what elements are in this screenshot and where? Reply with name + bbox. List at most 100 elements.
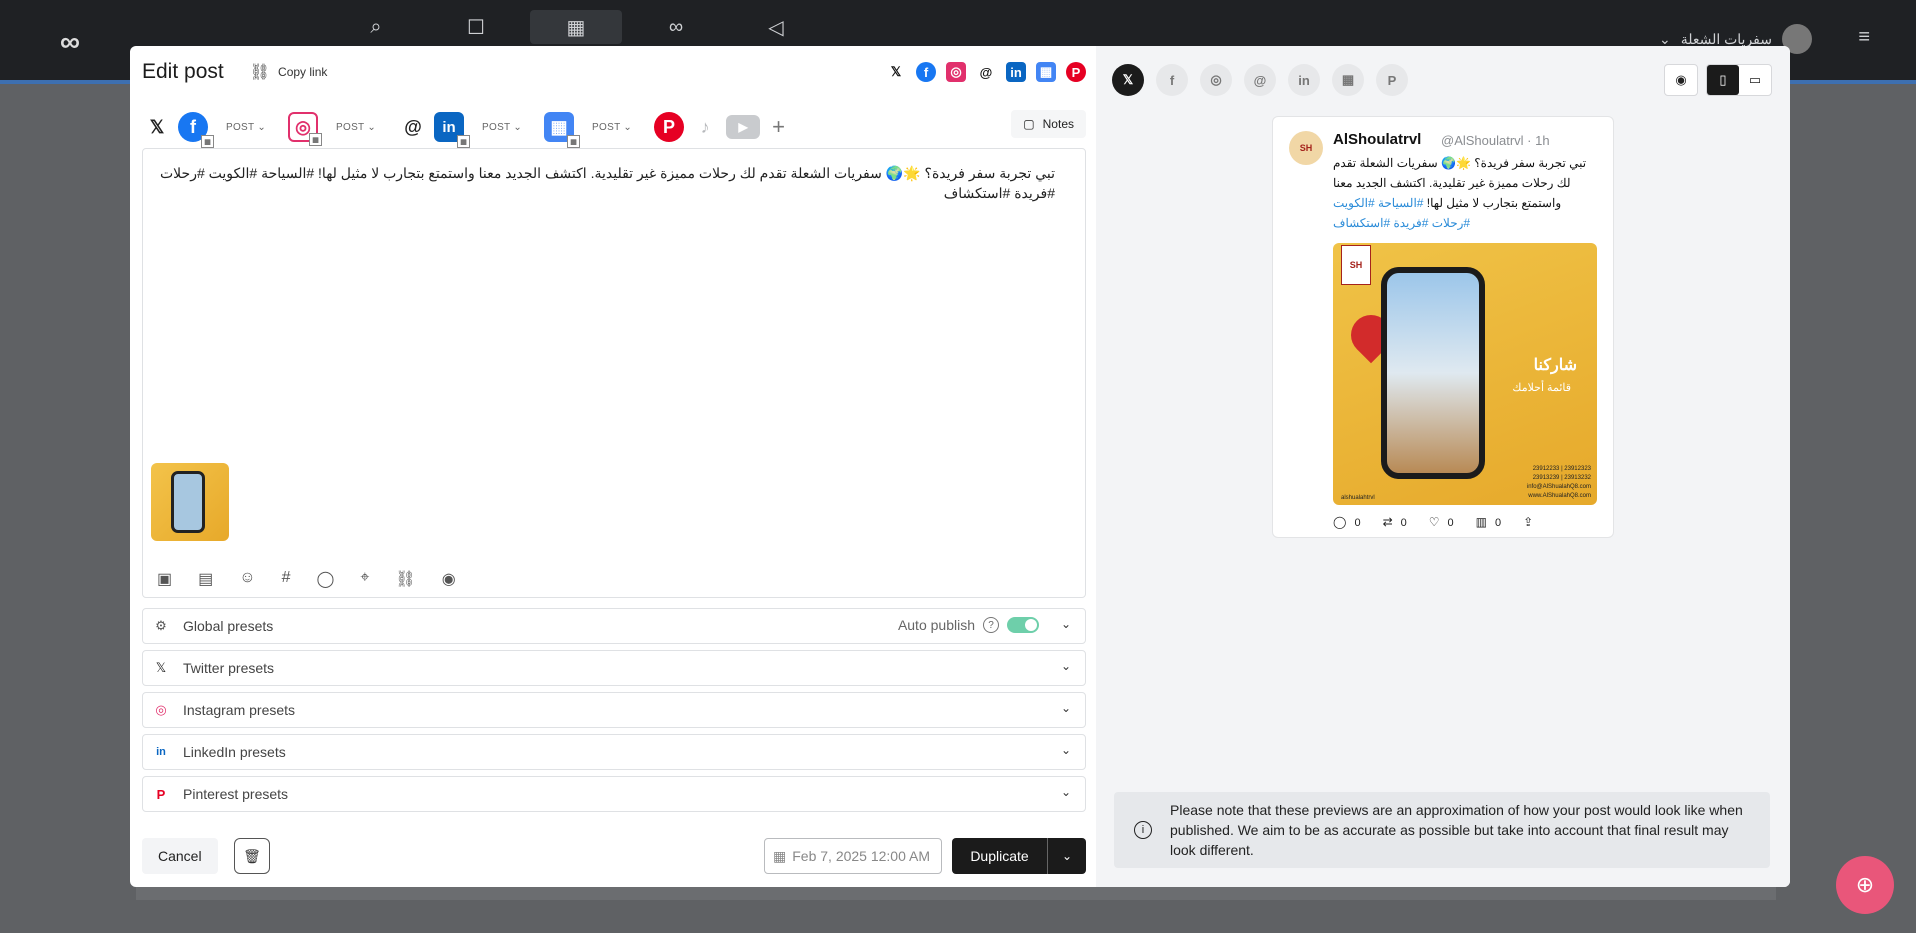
account-pinterest[interactable]: P [654, 112, 685, 142]
schedule-date-picker[interactable]: ▦ Feb 7, 2025 12:00 AM [764, 838, 942, 874]
preset-label: Instagram presets [183, 702, 296, 718]
account-selector: 𝕏 f ▦ POST ⌄ ◎ ▦ POST ⌄ @ in ▦ POST ⌄ ▦ ▦ PO… [142, 106, 1086, 148]
chat-icon[interactable]: ☐ [430, 10, 522, 44]
image-contact: 23912233 | 23912323 23913239 | 23913232 … [1526, 466, 1591, 499]
like-icon: ♡ 0 [1428, 515, 1454, 529]
preview-panel: 𝕏 f ◎ @ in ▦ P ◉ ▯ ▭ SH AlShoulatrvl @Al… [1096, 46, 1790, 887]
media-thumbnail[interactable] [151, 463, 229, 541]
preview-tab-x[interactable]: 𝕏 [1112, 64, 1144, 96]
preview-tab-linkedin[interactable]: in [1288, 64, 1320, 96]
share-icon: ⇪ [1523, 515, 1534, 529]
preview-tab-threads[interactable]: @ [1244, 64, 1276, 96]
chevron-down-icon[interactable]: ⌄ [1048, 849, 1086, 863]
chevron-down-icon[interactable]: ⌄ [1061, 659, 1071, 673]
account-tiktok[interactable]: ♪ [690, 112, 720, 142]
eye-icon: ◉ [1675, 72, 1687, 87]
link-icon[interactable]: ⛓ [395, 569, 415, 589]
notes-button[interactable]: ▢ Notes [1011, 110, 1086, 138]
copy-link-button[interactable]: ⛓ Copy link [250, 62, 328, 82]
calendar-icon[interactable]: ▦ [530, 10, 622, 44]
post-type-dropdown[interactable]: POST ⌄ [592, 122, 632, 133]
document-icon[interactable]: ▤ [198, 569, 213, 589]
megaphone-icon[interactable]: ◁ [730, 10, 822, 44]
linkedin-icon: in ▦ [434, 112, 471, 148]
chevron-down-icon[interactable]: ⌄ [1061, 743, 1071, 757]
tweet-preview-card: SH AlShoulatrvl @AlShoulatrvl · 1h تبي ت… [1272, 116, 1614, 538]
analytics-icon[interactable]: ⌕ [330, 10, 422, 44]
pinterest-presets[interactable]: P Pinterest presets ⌄ [142, 776, 1086, 812]
threads-icon[interactable]: @ [976, 62, 996, 82]
auto-publish-toggle[interactable] [1007, 617, 1039, 633]
auto-publish-label: Auto publish [897, 617, 975, 633]
instagram-icon[interactable]: ◎ [946, 62, 966, 82]
post-type-dropdown[interactable]: POST ⌄ [482, 122, 522, 133]
post-text[interactable]: تبي تجربة سفر فريدة؟ 🌟🌍 سفريات الشعلة تق… [155, 163, 1055, 203]
tweet-image: SH شاركنا قائمة أحلامك 23912233 | 239123… [1333, 243, 1597, 505]
edit-post-modal: Edit post ⛓ Copy link 𝕏 f ◎ @ in ▦ P 𝕏 f… [130, 46, 1790, 887]
post-editor[interactable]: تبي تجربة سفر فريدة؟ 🌟🌍 سفريات الشعلة تق… [142, 148, 1086, 598]
preview-tab-facebook[interactable]: f [1156, 64, 1188, 96]
google-business-icon[interactable]: ▦ [1036, 62, 1056, 82]
notes-label: Notes [1042, 117, 1074, 131]
image-subheading: قائمة أحلامك [1512, 382, 1571, 394]
avatar: SH [1289, 131, 1323, 165]
linkedin-icon: in [156, 746, 166, 758]
linkedin-icon[interactable]: in [1006, 62, 1026, 82]
zoom-search-button[interactable]: ⊕ [1836, 856, 1894, 914]
cancel-button[interactable]: Cancel [142, 838, 218, 874]
account-instagram[interactable]: ◎ ▦ POST ⌄ [288, 112, 392, 146]
help-icon[interactable]: ? [983, 617, 999, 633]
mobile-icon[interactable]: ▯ [1707, 65, 1739, 95]
preview-tab-google-business[interactable]: ▦ [1332, 64, 1364, 96]
pinterest-icon[interactable]: P [1066, 62, 1086, 82]
post-type-dropdown[interactable]: POST ⌄ [336, 122, 376, 133]
info-icon: i [1134, 821, 1152, 839]
copy-link-label: Copy link [278, 65, 328, 79]
duplicate-button[interactable]: Duplicate ⌄ [952, 838, 1086, 874]
linkedin-presets[interactable]: in LinkedIn presets ⌄ [142, 734, 1086, 770]
account-facebook[interactable]: f ▦ POST ⌄ [178, 112, 282, 148]
youtube-icon: ▶ [726, 115, 761, 139]
facebook-icon[interactable]: f [916, 62, 936, 82]
duplicate-label[interactable]: Duplicate [952, 838, 1048, 874]
chevron-down-icon[interactable]: ⌄ [1061, 617, 1071, 631]
x-icon: 𝕏 [149, 116, 165, 137]
hashtag-icon[interactable]: # [282, 569, 291, 589]
twitter-presets[interactable]: 𝕏 Twitter presets ⌄ [142, 650, 1086, 686]
gear-icon: ⚙ [155, 618, 167, 633]
modal-title: Edit post [142, 60, 224, 83]
chevron-down-icon[interactable]: ⌄ [1061, 785, 1071, 799]
app-logo[interactable]: ∞ [60, 26, 80, 58]
instagram-presets[interactable]: ◎ Instagram presets ⌄ [142, 692, 1086, 728]
link-icon[interactable]: ∞ [630, 10, 722, 44]
comment-icon[interactable]: ◯ [317, 569, 335, 589]
account-x[interactable]: 𝕏 [142, 112, 172, 142]
post-type-dropdown[interactable]: POST ⌄ [226, 122, 266, 133]
delete-button[interactable]: 🗑 [234, 838, 270, 874]
grid-icon: ▦ [201, 135, 214, 148]
account-google-business[interactable]: ▦ ▦ POST ⌄ [544, 112, 648, 148]
global-presets[interactable]: ⚙ Global presets Auto publish ? ⌄ [142, 608, 1086, 644]
preset-label: Global presets [183, 618, 274, 634]
menu-icon[interactable]: ≡ [1858, 26, 1870, 49]
add-account-button[interactable]: + [772, 114, 785, 140]
ai-icon[interactable]: ◉ [442, 569, 456, 589]
chevron-down-icon[interactable]: ⌄ [1061, 701, 1071, 715]
tweet-handle: @AlShoulatrvl · 1h [1441, 133, 1550, 148]
preview-tab-pinterest[interactable]: P [1376, 64, 1408, 96]
account-youtube[interactable]: ▶ [726, 115, 761, 139]
threads-icon: @ [404, 116, 422, 137]
desktop-icon[interactable]: ▭ [1739, 65, 1771, 95]
preview-tab-instagram[interactable]: ◎ [1200, 64, 1232, 96]
x-icon[interactable]: 𝕏 [886, 62, 906, 82]
retweet-icon: ⇄ 0 [1382, 515, 1407, 529]
image-icon[interactable]: ▣ [157, 569, 172, 589]
account-threads[interactable]: @ [398, 112, 428, 142]
account-linkedin[interactable]: in ▦ POST ⌄ [434, 112, 538, 148]
device-toggle: ▯ ▭ [1706, 64, 1772, 96]
location-icon[interactable]: ⌖ [360, 569, 369, 589]
emoji-icon[interactable]: ☺ [239, 569, 255, 589]
tiktok-icon: ♪ [700, 116, 710, 137]
preview-eye-button[interactable]: ◉ [1664, 64, 1698, 96]
top-nav: ⌕ ☐ ▦ ∞ ◁ [330, 10, 822, 44]
